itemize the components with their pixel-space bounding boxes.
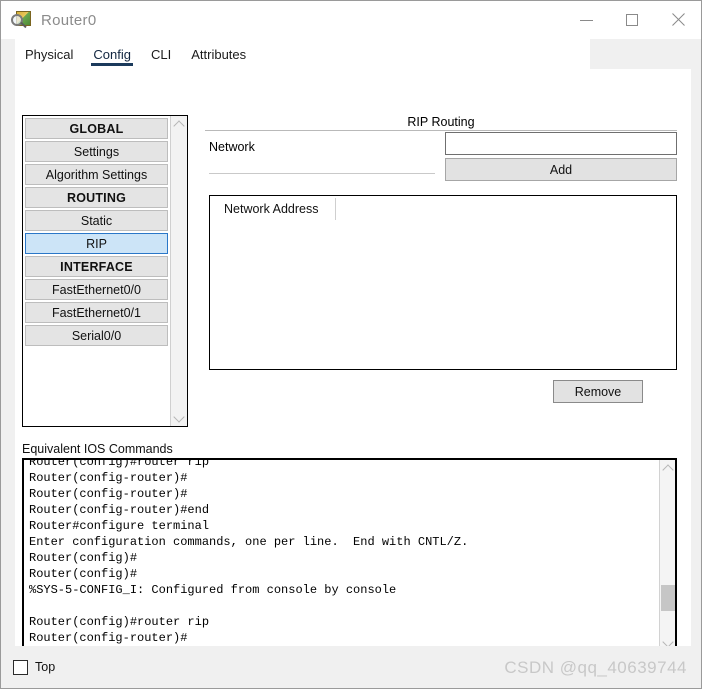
network-separator bbox=[209, 173, 435, 174]
sidebar-item-fastethernet0-0[interactable]: FastEthernet0/0 bbox=[25, 279, 168, 300]
rip-routing-group-title: RIP Routing bbox=[205, 115, 677, 131]
tab-attributes-label: Attributes bbox=[191, 46, 247, 62]
tab-config-label: Config bbox=[93, 46, 131, 62]
sidebar-item-fastethernet0-1-label: FastEthernet0/1 bbox=[52, 305, 141, 320]
config-sidebar: GLOBAL Settings Algorithm Settings ROUTI… bbox=[22, 115, 188, 427]
network-address-table[interactable]: Network Address bbox=[209, 195, 677, 370]
sidebar-header-interface: INTERFACE bbox=[25, 256, 168, 277]
sidebar-item-settings[interactable]: Settings bbox=[25, 141, 168, 162]
sidebar-item-algorithm-settings[interactable]: Algorithm Settings bbox=[25, 164, 168, 185]
tab-cli-label: CLI bbox=[151, 46, 172, 62]
ios-console-text: Router(config)#router rip Router(config-… bbox=[29, 458, 469, 645]
add-button-label: Add bbox=[549, 162, 573, 177]
remove-button[interactable]: Remove bbox=[553, 380, 643, 403]
table-header-network-address: Network Address bbox=[224, 202, 319, 216]
sidebar-header-interface-label: INTERFACE bbox=[60, 259, 133, 274]
ios-console[interactable]: Router(config)#router rip Router(config-… bbox=[22, 458, 677, 653]
sidebar-item-serial0-0[interactable]: Serial0/0 bbox=[25, 325, 168, 346]
add-button[interactable]: Add bbox=[445, 158, 677, 181]
minimize-button[interactable] bbox=[563, 1, 609, 39]
sidebar-item-settings-label: Settings bbox=[73, 144, 120, 159]
sidebar-item-static[interactable]: Static bbox=[25, 210, 168, 231]
remove-button-label: Remove bbox=[574, 384, 622, 399]
sidebar-header-routing: ROUTING bbox=[25, 187, 168, 208]
chevron-up-icon[interactable] bbox=[172, 116, 187, 132]
sidebar-item-fastethernet0-0-label: FastEthernet0/0 bbox=[52, 282, 141, 297]
sidebar-header-routing-label: ROUTING bbox=[66, 190, 127, 205]
top-checkbox[interactable] bbox=[13, 659, 28, 675]
tab-config[interactable]: Config bbox=[83, 39, 141, 69]
chevron-down-icon[interactable] bbox=[172, 410, 187, 426]
close-button[interactable] bbox=[655, 1, 701, 39]
network-input[interactable] bbox=[445, 132, 677, 155]
sidebar-item-fastethernet0-1[interactable]: FastEthernet0/1 bbox=[25, 302, 168, 323]
network-label: Network bbox=[209, 140, 255, 154]
sidebar-item-algorithm-settings-label: Algorithm Settings bbox=[45, 167, 148, 182]
sidebar-item-serial0-0-label: Serial0/0 bbox=[71, 328, 122, 343]
tab-attributes[interactable]: Attributes bbox=[181, 39, 256, 69]
sidebar-item-static-label: Static bbox=[80, 213, 113, 228]
rip-routing-title-text: RIP Routing bbox=[401, 115, 481, 129]
title-bar: Router0 bbox=[1, 1, 701, 39]
bottom-bar: Top CSDN @qq_40639744 bbox=[1, 646, 701, 688]
rip-routing-group: RIP Routing Network Add Network Address … bbox=[205, 115, 677, 403]
watermark: CSDN @qq_40639744 bbox=[504, 658, 687, 677]
sidebar-scrollbar[interactable] bbox=[170, 116, 187, 426]
maximize-button[interactable] bbox=[609, 1, 655, 39]
top-checkbox-label: Top bbox=[35, 660, 56, 674]
network-row: Network Add bbox=[205, 131, 677, 181]
equivalent-ios-commands-label: Equivalent IOS Commands bbox=[22, 442, 173, 456]
config-content-panel: GLOBAL Settings Algorithm Settings ROUTI… bbox=[15, 69, 691, 653]
tab-cli[interactable]: CLI bbox=[141, 39, 181, 69]
table-column-divider bbox=[335, 198, 336, 220]
console-scroll-thumb[interactable] bbox=[661, 585, 675, 611]
config-sidebar-list: GLOBAL Settings Algorithm Settings ROUTI… bbox=[23, 116, 170, 426]
tab-strip: Physical Config CLI Attributes bbox=[15, 39, 701, 69]
router-config-window: Router0 Physical Config CLI Attributes G… bbox=[0, 0, 702, 689]
tab-physical-label: Physical bbox=[25, 46, 74, 62]
ios-console-scrollbar[interactable] bbox=[659, 460, 675, 651]
window-controls bbox=[563, 1, 701, 39]
console-chevron-up-icon[interactable] bbox=[660, 460, 675, 476]
tab-physical[interactable]: Physical bbox=[15, 39, 83, 69]
sidebar-header-global: GLOBAL bbox=[25, 118, 168, 139]
router-device-icon bbox=[11, 9, 33, 31]
window-title: Router0 bbox=[41, 11, 97, 29]
sidebar-item-rip[interactable]: RIP bbox=[25, 233, 168, 254]
sidebar-header-global-label: GLOBAL bbox=[69, 121, 124, 136]
sidebar-item-rip-label: RIP bbox=[86, 236, 107, 251]
table-header-row: Network Address bbox=[210, 196, 676, 222]
